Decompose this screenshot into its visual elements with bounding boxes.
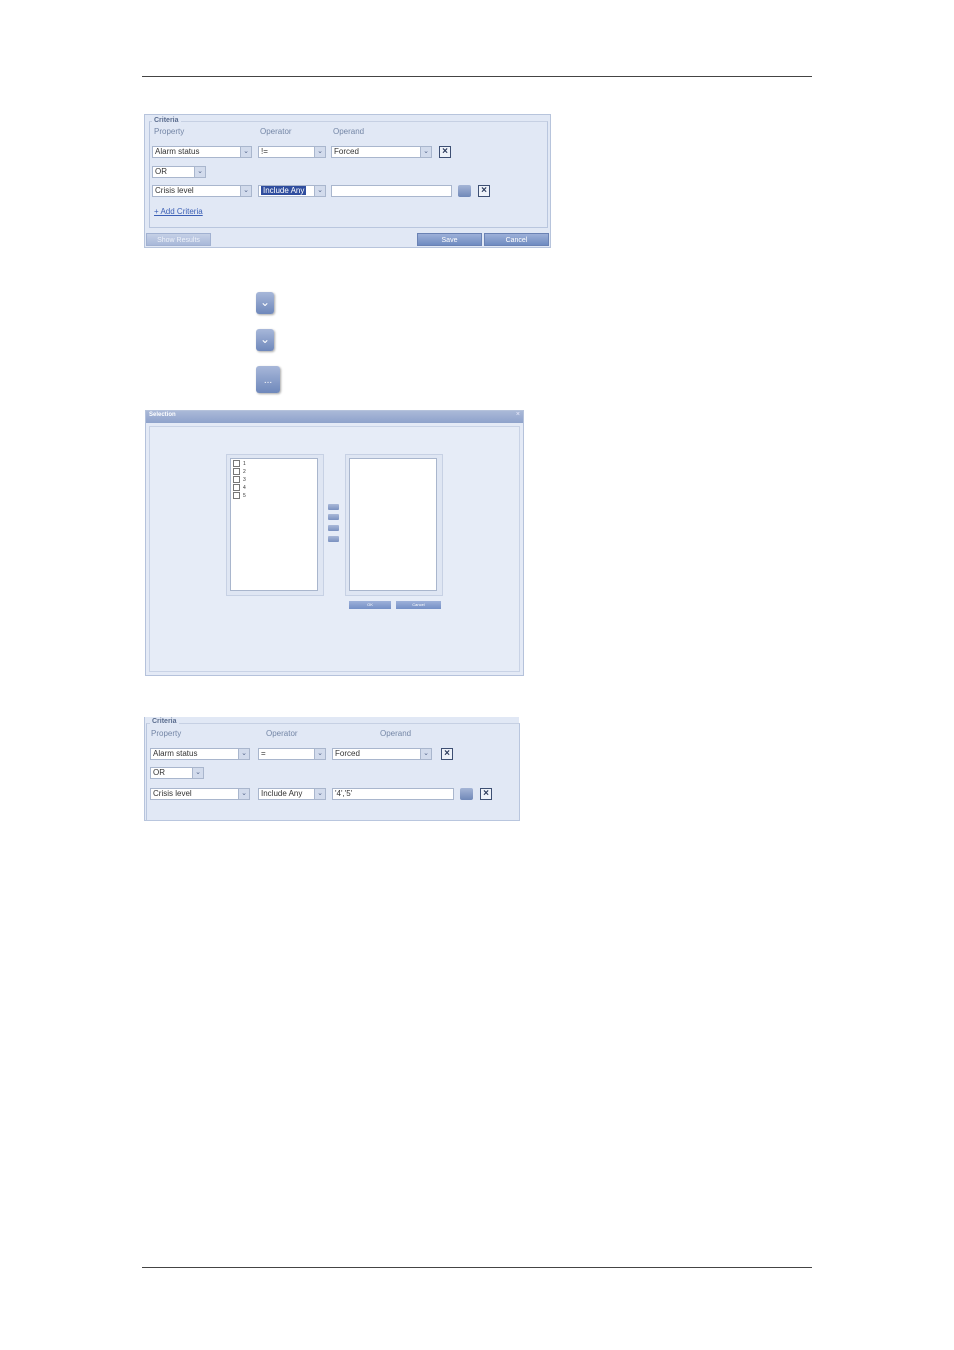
list-item[interactable]: 2	[233, 468, 246, 475]
operand-value: Forced	[335, 749, 360, 758]
chevron-down-icon: ⌄	[256, 329, 274, 351]
operand-header: Operand	[333, 127, 365, 136]
checkbox[interactable]	[233, 476, 240, 483]
browse-dots-icon: ...	[256, 366, 280, 393]
operand-select-row1[interactable]: Forced ⌄	[332, 748, 432, 760]
chevron-down-icon[interactable]: ⌄	[420, 147, 431, 157]
ok-button[interactable]: OK	[349, 601, 391, 609]
logic-value: OR	[155, 167, 167, 176]
property-select-row1[interactable]: Alarm status ⌄	[152, 146, 252, 158]
chevron-down-icon: ⌄	[256, 292, 274, 314]
close-icon[interactable]: ×	[516, 411, 520, 418]
operator-value: !=	[261, 147, 268, 156]
operator-header: Operator	[266, 729, 298, 738]
list-item[interactable]: 4	[233, 484, 246, 491]
cancel-button[interactable]: Cancel	[484, 233, 549, 246]
operand-input-row2[interactable]	[331, 185, 452, 197]
list-item[interactable]: 5	[233, 492, 246, 499]
remove-criteria-icon[interactable]: ×	[441, 748, 453, 760]
list-item[interactable]: 3	[233, 476, 246, 483]
chevron-down-icon[interactable]: ⌄	[314, 147, 325, 157]
chevron-down-icon[interactable]: ⌄	[240, 147, 251, 157]
property-select-row1[interactable]: Alarm status ⌄	[150, 748, 250, 760]
property-value: Crisis level	[155, 186, 194, 195]
dialog-titlebar: Selection ×	[146, 411, 523, 423]
logic-value: OR	[153, 768, 165, 777]
save-button[interactable]: Save	[417, 233, 482, 246]
criteria-legend: Criteria	[150, 718, 179, 725]
operator-value: =	[261, 749, 266, 758]
criteria-fieldset	[149, 121, 548, 228]
cancel-button[interactable]: Cancel	[396, 601, 441, 609]
selected-values-list[interactable]	[349, 458, 437, 591]
property-value: Crisis level	[153, 789, 192, 798]
remove-criteria-icon[interactable]: ×	[439, 146, 451, 158]
dialog-title: Selection	[149, 412, 176, 418]
chevron-down-icon[interactable]: ⌄	[420, 749, 431, 759]
browse-values-button[interactable]	[460, 788, 473, 800]
operator-value: Include Any	[261, 789, 303, 798]
move-all-right-button[interactable]	[328, 504, 339, 510]
checkbox[interactable]	[233, 460, 240, 467]
criteria-legend: Criteria	[152, 117, 181, 124]
checkbox[interactable]	[233, 468, 240, 475]
chevron-down-icon[interactable]: ⌄	[314, 186, 325, 196]
move-all-left-button[interactable]	[328, 536, 339, 542]
move-right-button[interactable]	[328, 514, 339, 520]
operand-header: Operand	[380, 729, 412, 738]
logic-select[interactable]: OR ⌄	[152, 166, 206, 178]
property-value: Alarm status	[155, 147, 200, 156]
operator-select-row1[interactable]: = ⌄	[258, 748, 326, 760]
criteria-panel-result: Criteria Property Operator Operand Alarm…	[144, 717, 520, 821]
operator-header: Operator	[260, 127, 292, 136]
checkbox[interactable]	[233, 484, 240, 491]
add-criteria-link[interactable]: + Add Criteria	[154, 207, 203, 216]
remove-criteria-icon[interactable]: ×	[478, 185, 490, 197]
criteria-panel-editing: Criteria Property Operator Operand Alarm…	[144, 114, 551, 248]
operator-select-row2[interactable]: Include Any ⌄	[258, 788, 326, 800]
available-values-list[interactable]: 1 2 3 4 5	[230, 458, 318, 591]
operand-select-row1[interactable]: Forced ⌄	[331, 146, 432, 158]
property-header: Property	[151, 729, 182, 738]
operator-value: Include Any	[261, 186, 307, 195]
list-item[interactable]: 1	[233, 460, 246, 467]
checkbox[interactable]	[233, 492, 240, 499]
property-header: Property	[154, 127, 185, 136]
property-select-row2[interactable]: Crisis level ⌄	[150, 788, 250, 800]
operand-value: Forced	[334, 147, 359, 156]
operator-select-row2[interactable]: Include Any ⌄	[258, 185, 326, 197]
operator-select-row1[interactable]: != ⌄	[258, 146, 326, 158]
browse-values-button[interactable]	[458, 185, 471, 197]
top-rule	[142, 76, 812, 77]
bottom-rule	[142, 1267, 812, 1268]
chevron-down-icon[interactable]: ⌄	[194, 167, 205, 177]
property-select-row2[interactable]: Crisis level ⌄	[152, 185, 252, 197]
chevron-down-icon[interactable]: ⌄	[314, 789, 325, 799]
chevron-down-icon[interactable]: ⌄	[192, 768, 203, 778]
show-results-button[interactable]: Show Results	[146, 233, 211, 246]
operand-input-row2[interactable]: '4','5'	[332, 788, 454, 800]
dialog-body	[149, 426, 520, 672]
move-left-button[interactable]	[328, 525, 339, 531]
chevron-down-icon[interactable]: ⌄	[240, 186, 251, 196]
selection-dialog: Selection × 1 2 3 4 5 OK Cancel	[145, 410, 524, 676]
chevron-down-icon[interactable]: ⌄	[238, 789, 249, 799]
chevron-down-icon[interactable]: ⌄	[238, 749, 249, 759]
logic-select[interactable]: OR ⌄	[150, 767, 204, 779]
chevron-down-icon[interactable]: ⌄	[314, 749, 325, 759]
remove-criteria-icon[interactable]: ×	[480, 788, 492, 800]
property-value: Alarm status	[153, 749, 198, 758]
